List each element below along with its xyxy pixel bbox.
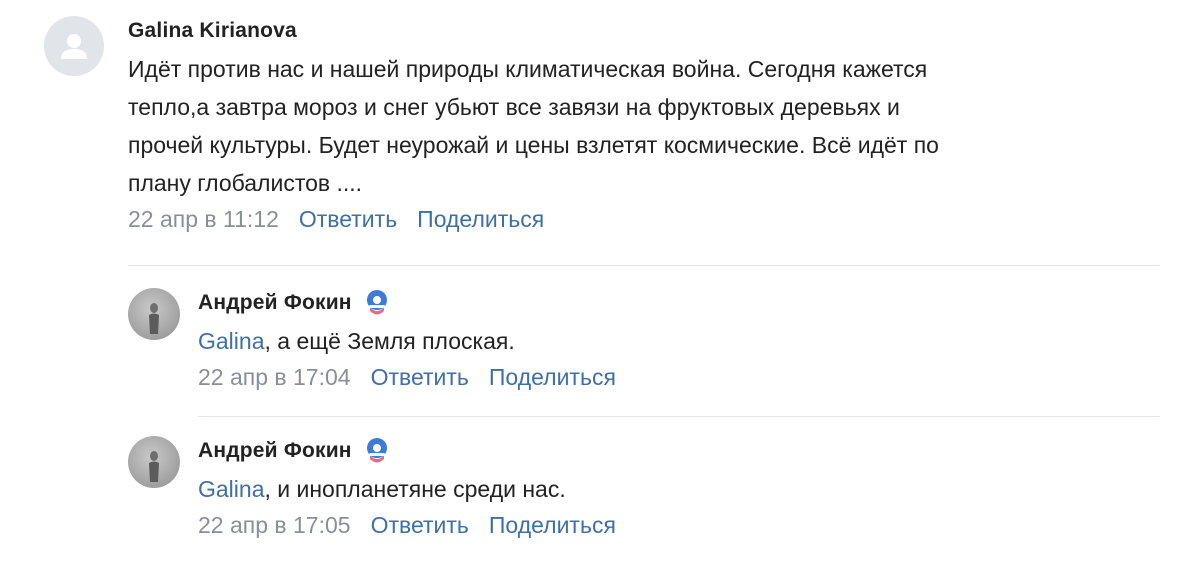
reply-meta: 22 апр в 17:05 Ответить Поделиться: [198, 512, 616, 539]
donut-badge-icon[interactable]: [362, 288, 392, 318]
reply-button[interactable]: Ответить: [371, 364, 469, 391]
divider: [128, 265, 1160, 266]
share-button[interactable]: Поделиться: [489, 364, 616, 391]
default-user-icon: [61, 34, 87, 59]
avatar[interactable]: [128, 288, 180, 340]
comment-author[interactable]: Galina Kirianova: [128, 19, 297, 43]
comment-meta: 22 апр в 11:12 Ответить Поделиться: [128, 206, 939, 233]
mention-link[interactable]: Galina: [198, 476, 264, 502]
reply-comment: Андрей Фокин Galina, и инопланетяне сред…: [128, 436, 616, 539]
reply-author[interactable]: Андрей Фокин: [198, 291, 352, 315]
comment-text-line: Идёт против нас и нашей природы климатич…: [128, 56, 928, 82]
user-photo-icon: [149, 451, 159, 482]
mention-link[interactable]: Galina: [198, 328, 264, 354]
reply-button[interactable]: Ответить: [371, 512, 469, 539]
reply-timestamp[interactable]: 22 апр в 17:04: [198, 364, 351, 391]
reply-text-content: , и инопланетяне среди нас.: [264, 476, 566, 502]
share-button[interactable]: Поделиться: [489, 512, 616, 539]
comment: Galina Kirianova Идёт против нас и нашей…: [44, 16, 939, 233]
comment-timestamp[interactable]: 22 апр в 11:12: [128, 206, 279, 233]
comment-text-line: тепло,а завтра мороз и снег убьют все за…: [128, 94, 900, 120]
reply-timestamp[interactable]: 22 апр в 17:05: [198, 512, 351, 539]
comment-text: Идёт против нас и нашей природы климатич…: [128, 50, 939, 202]
comment-text-line: прочей культуры. Будет неурожай и цены в…: [128, 132, 939, 158]
reply-comment: Андрей Фокин Galina, а ещё Земля плоская…: [128, 288, 616, 391]
reply-text: Galina, а ещё Земля плоская.: [198, 322, 616, 360]
reply-meta: 22 апр в 17:04 Ответить Поделиться: [198, 364, 616, 391]
divider: [198, 416, 1160, 417]
reply-text: Galina, и инопланетяне среди нас.: [198, 470, 616, 508]
comment-text-line: плану глобалистов ....: [128, 170, 363, 196]
donut-badge-icon[interactable]: [362, 436, 392, 466]
user-photo-icon: [149, 303, 159, 334]
avatar[interactable]: [128, 436, 180, 488]
reply-text-content: , а ещё Земля плоская.: [264, 328, 515, 354]
avatar[interactable]: [44, 16, 104, 76]
reply-button[interactable]: Ответить: [299, 206, 397, 233]
reply-author[interactable]: Андрей Фокин: [198, 439, 352, 463]
share-button[interactable]: Поделиться: [417, 206, 544, 233]
